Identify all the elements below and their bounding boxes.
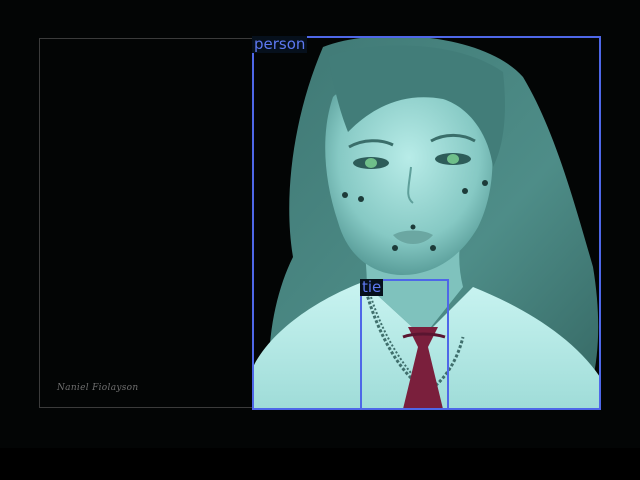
person-detection-label: person — [252, 35, 308, 53]
tie-detection-box — [360, 279, 449, 410]
image-canvas: Naniel Fiolayson person tie — [0, 0, 640, 480]
artist-signature: Naniel Fiolayson — [57, 383, 139, 393]
tie-detection-label: tie — [360, 278, 384, 296]
bottom-black-strip — [0, 448, 640, 480]
